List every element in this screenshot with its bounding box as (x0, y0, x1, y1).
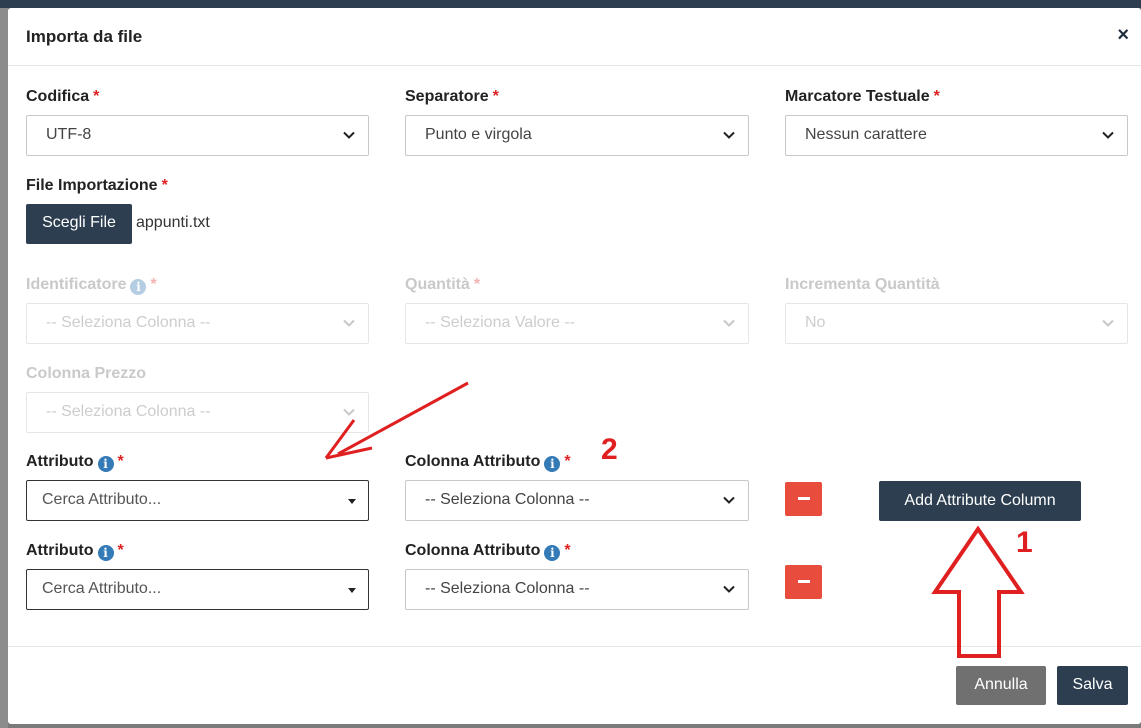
chevron-down-icon (723, 319, 735, 327)
colonna-attributo-select[interactable]: -- Seleziona Colonna -- (405, 569, 749, 610)
choose-file-button[interactable]: Scegli File (26, 204, 132, 244)
codifica-select[interactable]: UTF-8 (26, 115, 369, 156)
separatore-select[interactable]: Punto e virgola (405, 115, 749, 156)
minus-icon (798, 580, 810, 583)
colonna-attributo-label: Colonna Attributo i * (405, 453, 571, 472)
background-toolbar (0, 0, 1141, 8)
save-button[interactable]: Salva (1057, 666, 1128, 705)
cancel-button[interactable]: Annulla (956, 666, 1046, 705)
chevron-down-icon (343, 319, 355, 327)
marcatore-label: Marcatore Testuale * (785, 88, 940, 105)
chevron-down-icon (723, 585, 735, 593)
info-icon[interactable]: i (544, 456, 561, 472)
chevron-down-icon (723, 131, 735, 139)
import-modal: Importa da file × Codifica * UTF-8 Separa… (8, 8, 1141, 724)
remove-attribute-button[interactable] (785, 482, 822, 516)
marcatore-select[interactable]: Nessun carattere (785, 115, 1128, 156)
caret-down-icon (348, 499, 356, 504)
file-name: appunti.txt (136, 214, 210, 231)
colonna-attributo-label: Colonna Attributo i * (405, 542, 571, 561)
chevron-down-icon (343, 131, 355, 139)
quantita-label: Quantità * (405, 276, 481, 293)
chevron-down-icon (723, 496, 735, 504)
incrementa-label: Incrementa Quantità (785, 276, 940, 293)
add-attribute-column-button[interactable]: Add Attribute Column (879, 481, 1081, 521)
chevron-down-icon (1102, 319, 1114, 327)
annotation-number-1: 1 (1016, 526, 1033, 559)
annotation-number-2: 2 (601, 433, 618, 466)
info-icon[interactable]: i (130, 279, 147, 295)
colonna-attributo-select[interactable]: -- Seleziona Colonna -- (405, 480, 749, 521)
codifica-label: Codifica * (26, 88, 100, 105)
modal-header: Importa da file × (8, 8, 1141, 66)
close-icon[interactable]: × (1117, 25, 1129, 45)
attribute-search-select[interactable]: Cerca Attributo... (26, 569, 369, 610)
modal-title: Importa da file (26, 27, 143, 46)
quantita-select: -- Seleziona Valore -- (405, 303, 749, 344)
chevron-down-icon (1102, 131, 1114, 139)
incrementa-select: No (785, 303, 1128, 344)
info-icon[interactable]: i (97, 456, 114, 472)
identificatore-label: Identificatore i * (26, 276, 157, 295)
file-label: File Importazione * (26, 177, 168, 194)
minus-icon (798, 497, 810, 500)
modal-footer-divider (8, 646, 1141, 647)
attributo-label: Attributo i * (26, 542, 124, 561)
attributo-label: Attributo i * (26, 453, 124, 472)
remove-attribute-button[interactable] (785, 565, 822, 599)
info-icon[interactable]: i (97, 545, 114, 561)
background-page (0, 8, 8, 728)
chevron-down-icon (343, 408, 355, 416)
caret-down-icon (348, 588, 356, 593)
prezzo-label: Colonna Prezzo (26, 365, 147, 382)
identificatore-select: -- Seleziona Colonna -- (26, 303, 369, 344)
prezzo-select: -- Seleziona Colonna -- (26, 392, 369, 433)
separatore-label: Separatore * (405, 88, 499, 105)
attribute-search-select[interactable]: Cerca Attributo... (26, 480, 369, 521)
info-icon[interactable]: i (544, 545, 561, 561)
